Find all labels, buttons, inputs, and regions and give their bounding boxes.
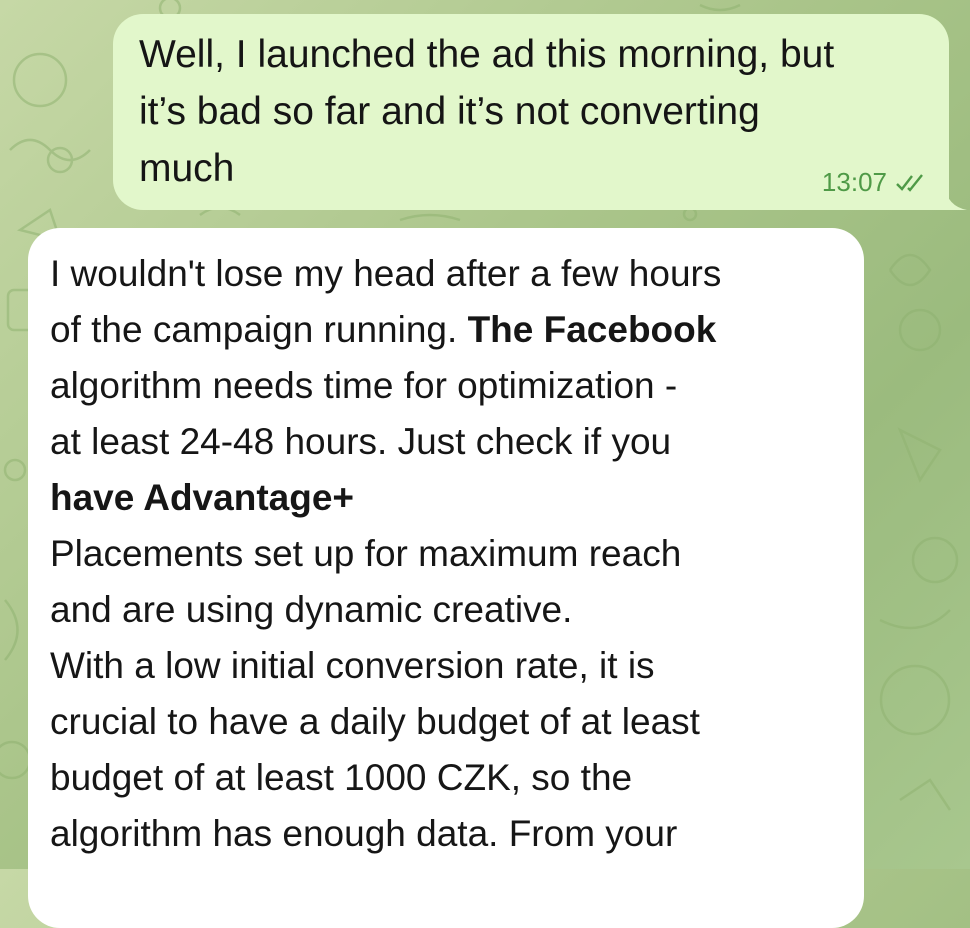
incoming-message-bubble[interactable]: I wouldn't lose my head after a few hour… — [28, 228, 864, 928]
incoming-line-part: of the campaign running. — [50, 309, 468, 350]
incoming-line-bold: have Advantage+ — [50, 477, 355, 518]
incoming-line: crucial to have a daily budget of at lea… — [50, 701, 700, 742]
message-time: 13:07 — [821, 167, 887, 197]
incoming-line: at least 24-48 hours. Just check if you — [50, 421, 672, 462]
bubble-tail — [945, 186, 967, 210]
incoming-line: Placements set up for maximum reach — [50, 533, 682, 574]
incoming-message-text: I wouldn't lose my head after a few hour… — [50, 246, 840, 862]
incoming-line: With a low initial conversion rate, it i… — [50, 645, 655, 686]
outgoing-message-text: Well, I launched the ad this morning, bu… — [139, 26, 919, 197]
outgoing-line: it’s bad so far and it’s not converting — [139, 90, 760, 133]
outgoing-line: much — [139, 147, 235, 190]
incoming-line: budget of at least 1000 CZK, so the — [50, 757, 633, 798]
incoming-line-bold-part: The Facebook — [467, 309, 717, 350]
message-meta: 13:07 — [822, 167, 929, 198]
outgoing-message-bubble[interactable]: Well, I launched the ad this morning, bu… — [113, 14, 967, 210]
incoming-line: algorithm has enough data. From your — [50, 813, 678, 854]
double-check-icon — [896, 173, 923, 192]
incoming-line: and are using dynamic creative. — [50, 589, 573, 630]
incoming-line: algorithm needs time for optimization - — [50, 365, 678, 406]
incoming-line: of the campaign running. The Facebook — [50, 302, 840, 358]
incoming-line: I wouldn't lose my head after a few hour… — [50, 253, 722, 294]
outgoing-line: Well, I launched the ad this morning, bu… — [139, 33, 835, 76]
